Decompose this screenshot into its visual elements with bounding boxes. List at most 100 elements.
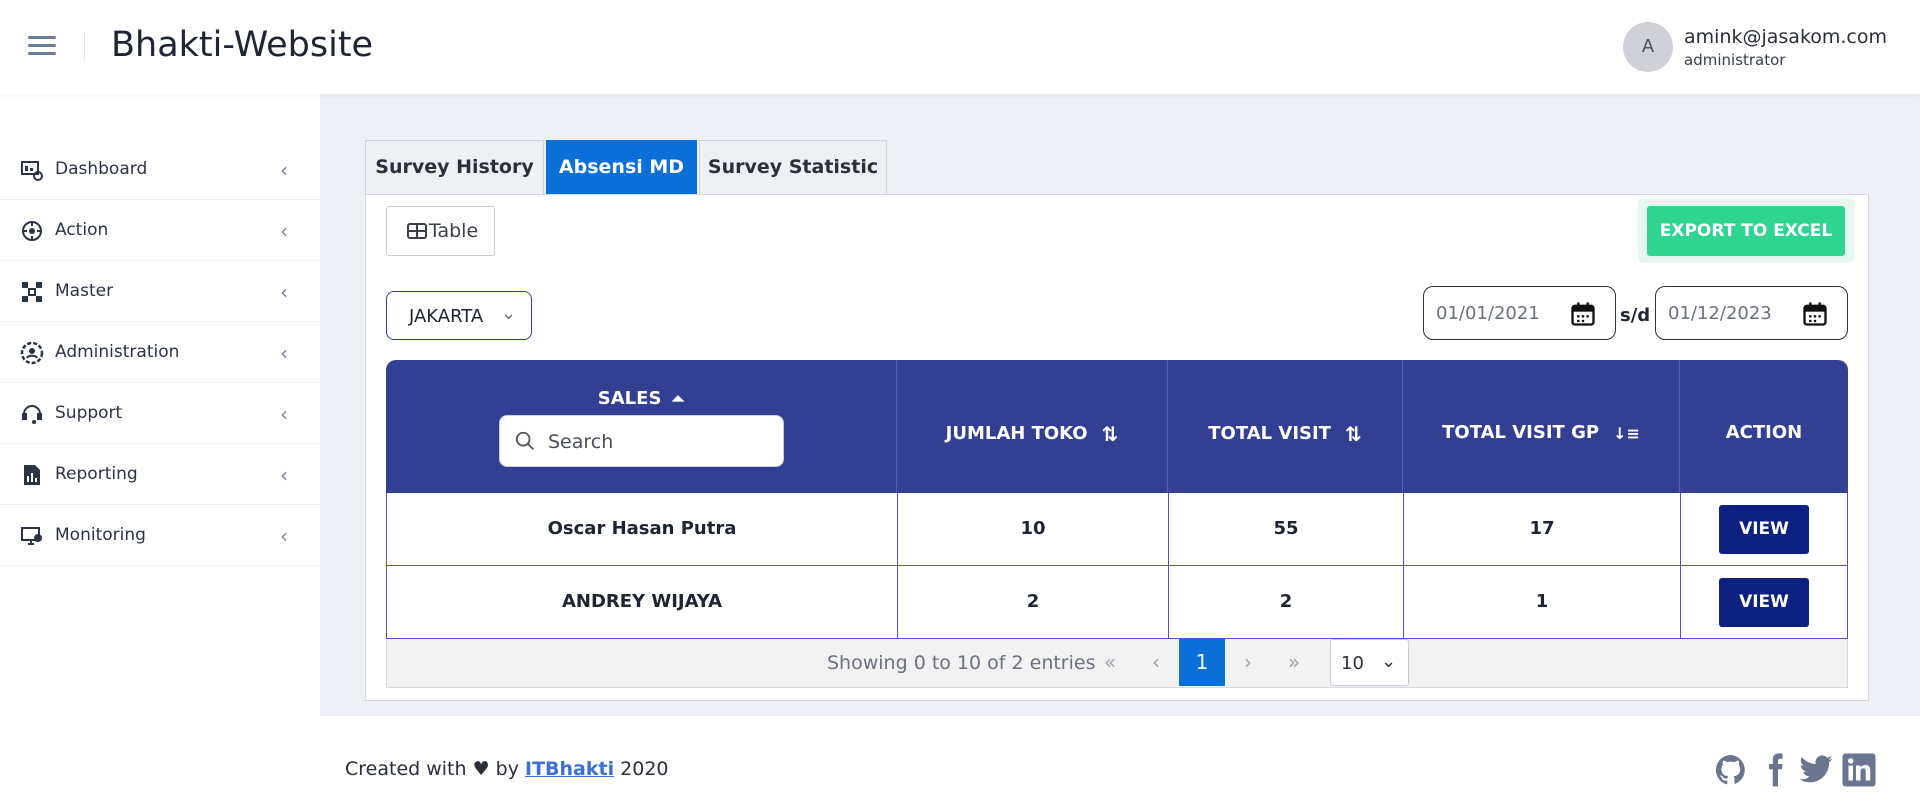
chevron-down-icon: ⌄ [501, 303, 517, 324]
chevron-left-icon: ‹ [280, 280, 288, 304]
column-header-total-visit[interactable]: TOTAL VISIT ⇅ [1168, 360, 1403, 493]
page-button-current[interactable]: 1 [1179, 639, 1225, 686]
table-pagination: Showing 0 to 10 of 2 entries « ‹ 1 › » 1… [386, 639, 1848, 688]
table-row: Oscar Hasan Putra 10 55 17 VIEW [386, 493, 1848, 566]
app-title: Bhakti-Website [111, 25, 374, 65]
sidebar-item-label: Administration [55, 342, 180, 362]
itbhakti-link[interactable]: ITBhakti [525, 758, 614, 780]
chevron-left-icon: ‹ [280, 341, 288, 365]
next-page-button[interactable]: › [1225, 639, 1271, 686]
sidebar-item-reporting[interactable]: Reporting ‹ [0, 444, 320, 505]
tab-survey-history[interactable]: Survey History [365, 140, 544, 194]
date-to-input[interactable]: 01/12/2023 [1655, 286, 1848, 340]
page-footer: Created with ♥ by ITBhakti 2020 [320, 716, 1920, 807]
cell-total-visit-gp: 1 [1404, 566, 1681, 638]
tab-survey-statistic[interactable]: Survey Statistic [699, 140, 887, 194]
sidebar-item-label: Support [55, 403, 123, 423]
footer-prefix: Created with ♥ by [345, 758, 519, 780]
github-icon[interactable] [1713, 752, 1749, 788]
support-icon [22, 405, 42, 424]
top-header: Bhakti-Website A amink@jasakom.com admin… [0, 0, 1920, 94]
linkedin-icon[interactable] [1841, 752, 1877, 788]
sidebar-item-administration[interactable]: Administration ‹ [0, 322, 320, 383]
sort-asc-icon[interactable]: ⏶ [671, 389, 684, 409]
sidebar-item-action[interactable]: Action ‹ [0, 200, 320, 261]
sidebar-item-master[interactable]: Master ‹ [0, 261, 320, 322]
sidebar-item-dashboard[interactable]: Dashboard ‹ [0, 139, 320, 200]
total-visit-gp-header-label: TOTAL VISIT GP [1442, 422, 1600, 443]
sales-header-title[interactable]: SALES ⏶ [386, 388, 896, 409]
cell-jumlah-toko: 10 [898, 493, 1169, 565]
column-header-total-visit-gp[interactable]: TOTAL VISIT GP ↓≡ [1403, 360, 1680, 493]
chevron-left-icon: ‹ [280, 524, 288, 548]
table-icon [407, 223, 427, 239]
cell-jumlah-toko: 2 [898, 566, 1169, 638]
prev-page-button[interactable]: ‹ [1133, 639, 1179, 686]
view-button[interactable]: VIEW [1719, 504, 1809, 554]
sidebar-item-label: Monitoring [55, 525, 146, 545]
avatar[interactable]: A [1623, 22, 1673, 72]
action-icon [22, 221, 42, 241]
column-header-sales: SALES ⏶ [386, 360, 897, 493]
page-size-select[interactable]: 10 ⌄ [1330, 639, 1409, 686]
city-select[interactable]: JAKARTA ⌄ [386, 291, 532, 340]
date-range-separator: s/d [1620, 305, 1651, 326]
cell-total-visit: 2 [1169, 566, 1404, 638]
sales-search-box[interactable] [499, 415, 784, 467]
user-role: administrator [1684, 51, 1786, 69]
footer-year: 2020 [620, 758, 669, 780]
action-header-label: ACTION [1725, 422, 1803, 443]
cell-total-visit: 55 [1169, 493, 1404, 565]
cell-total-visit-gp: 17 [1404, 493, 1681, 565]
date-from-input[interactable]: 01/01/2021 [1423, 286, 1616, 340]
last-page-button[interactable]: » [1271, 639, 1317, 686]
sidebar-item-label: Dashboard [55, 159, 148, 179]
calendar-icon[interactable] [1801, 300, 1829, 328]
cell-action: VIEW [1681, 493, 1847, 565]
sidebar-item-support[interactable]: Support ‹ [0, 383, 320, 444]
sales-header-label: SALES [597, 388, 662, 409]
cell-action: VIEW [1681, 566, 1847, 638]
sort-both-icon[interactable]: ⇅ [1345, 422, 1362, 446]
search-icon [515, 431, 534, 450]
sort-desc-icon[interactable]: ↓≡ [1613, 424, 1640, 443]
table-view-button[interactable]: Table [386, 206, 495, 256]
sidebar-item-monitoring[interactable]: Monitoring ‹ [0, 505, 320, 566]
dashboard-icon [21, 161, 43, 181]
chevron-left-icon: ‹ [280, 158, 288, 182]
sidebar-item-label: Action [55, 220, 109, 240]
chevron-down-icon: ⌄ [1381, 651, 1397, 672]
facebook-icon[interactable] [1757, 752, 1793, 788]
date-to-value: 01/12/2023 [1668, 303, 1772, 324]
cell-sales: ANDREY WIJAYA [387, 566, 898, 638]
total-visit-header-label: TOTAL VISIT [1208, 423, 1331, 444]
jumlah-toko-header-label: JUMLAH TOKO [945, 423, 1088, 444]
page-size-value: 10 [1341, 653, 1364, 674]
table-view-label: Table [429, 220, 479, 242]
cell-sales: Oscar Hasan Putra [387, 493, 898, 565]
administration-icon [20, 341, 44, 365]
export-to-excel-button[interactable]: EXPORT TO EXCEL [1647, 206, 1845, 256]
table-header: SALES ⏶ JUMLAH TOKO ⇅ TOTAL VISIT ⇅ TOTAL V… [386, 360, 1848, 493]
chevron-left-icon: ‹ [280, 463, 288, 487]
view-button[interactable]: VIEW [1719, 577, 1809, 627]
sidebar-item-label: Reporting [55, 464, 138, 484]
column-header-jumlah-toko[interactable]: JUMLAH TOKO ⇅ [897, 360, 1168, 493]
table-row: ANDREY WIJAYA 2 2 1 VIEW [386, 566, 1848, 639]
first-page-button[interactable]: « [1087, 639, 1133, 686]
sidebar: Dashboard ‹ Action ‹ Master ‹ Administra… [0, 94, 320, 807]
header-divider [84, 33, 85, 61]
sidebar-item-label: Master [55, 281, 114, 301]
sort-both-icon[interactable]: ⇅ [1102, 422, 1119, 446]
footer-credit: Created with ♥ by ITBhakti 2020 [345, 758, 669, 780]
calendar-icon[interactable] [1569, 300, 1597, 328]
user-email[interactable]: amink@jasakom.com [1684, 26, 1887, 48]
showing-entries-text: Showing 0 to 10 of 2 entries [827, 652, 1096, 674]
twitter-icon[interactable] [1798, 752, 1834, 788]
menu-toggle-icon[interactable] [28, 36, 56, 58]
tab-absensi-md[interactable]: Absensi MD [546, 140, 697, 194]
search-input[interactable] [548, 428, 768, 456]
city-select-value: JAKARTA [409, 306, 484, 327]
date-from-value: 01/01/2021 [1436, 303, 1540, 324]
master-icon [22, 282, 42, 302]
